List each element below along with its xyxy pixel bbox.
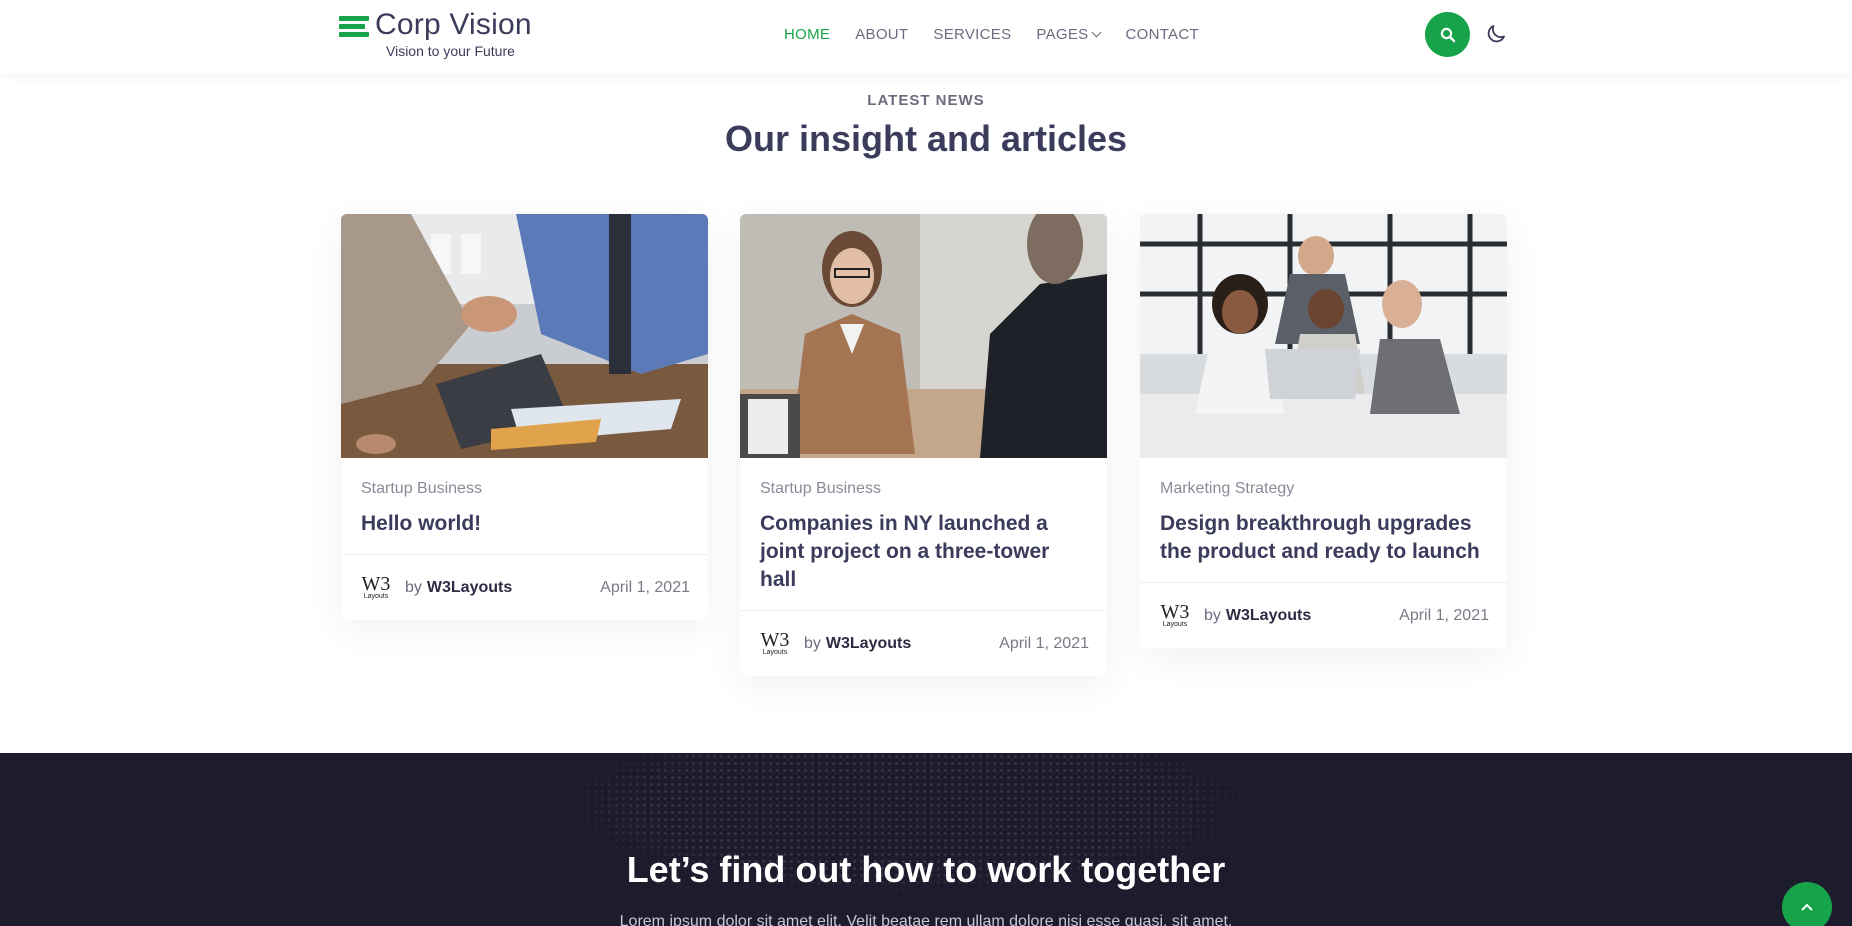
card-category[interactable]: Marketing Strategy bbox=[1160, 480, 1487, 498]
w3layouts-logo: W3 Layouts bbox=[1160, 600, 1190, 628]
card-category[interactable]: Startup Business bbox=[760, 480, 1087, 498]
card-title[interactable]: Design breakthrough upgrades the product… bbox=[1160, 510, 1487, 566]
article-card: Marketing Strategy Design breakthrough u… bbox=[1140, 214, 1507, 648]
main-nav: Home About Services Pages Contact bbox=[784, 26, 1224, 43]
world-map-decoration bbox=[515, 753, 1295, 926]
card-title[interactable]: Hello world! bbox=[361, 510, 688, 538]
nav-pages[interactable]: Pages bbox=[1036, 26, 1102, 43]
card-footer: W3 Layouts by W3Layouts April 1, 2021 bbox=[1140, 582, 1507, 648]
search-button[interactable] bbox=[1425, 12, 1470, 57]
card-date: April 1, 2021 bbox=[1399, 606, 1489, 624]
by-label: by bbox=[405, 578, 422, 596]
article-card: Startup Business Hello world! W3 Layouts … bbox=[341, 214, 708, 620]
card-author[interactable]: W3Layouts bbox=[427, 579, 512, 597]
logo-bars-icon bbox=[339, 15, 369, 37]
back-to-top-button[interactable] bbox=[1782, 882, 1832, 926]
handshake-photo[interactable] bbox=[341, 214, 708, 458]
card-title[interactable]: Companies in NY launched a joint project… bbox=[760, 510, 1087, 594]
nav-contact[interactable]: Contact bbox=[1125, 26, 1198, 43]
w3layouts-logo: W3 Layouts bbox=[361, 572, 391, 600]
interview-photo[interactable] bbox=[740, 214, 1107, 458]
w3layouts-logo: W3 Layouts bbox=[760, 628, 790, 656]
card-date: April 1, 2021 bbox=[999, 634, 1089, 652]
nav-pages-label: Pages bbox=[1036, 26, 1089, 43]
logo-tagline: Vision to your Future bbox=[386, 43, 515, 59]
by-label: by bbox=[804, 634, 821, 652]
logo-title: Corp Vision bbox=[375, 8, 532, 41]
card-date: April 1, 2021 bbox=[600, 578, 690, 596]
cta-text: Lorem ipsum dolor sit amet elit. Velit b… bbox=[619, 913, 1233, 926]
cta-title: Let’s find out how to work together bbox=[626, 849, 1226, 890]
card-author[interactable]: W3Layouts bbox=[826, 635, 911, 653]
section-title: Our insight and articles bbox=[724, 118, 1128, 159]
nav-about[interactable]: About bbox=[855, 26, 908, 43]
card-footer: W3 Layouts by W3Layouts April 1, 2021 bbox=[740, 610, 1107, 676]
moon-icon[interactable] bbox=[1484, 22, 1508, 46]
section-eyebrow: LATEST NEWS bbox=[867, 92, 985, 109]
cta-section: Let’s find out how to work together Lore… bbox=[0, 753, 1852, 926]
site-header: Corp Vision Vision to your Future Home A… bbox=[0, 0, 1852, 74]
chevron-down-icon bbox=[1092, 27, 1102, 38]
chevron-up-icon bbox=[1801, 903, 1813, 911]
by-label: by bbox=[1204, 606, 1221, 624]
logo[interactable]: Corp Vision Vision to your Future bbox=[339, 8, 532, 59]
card-footer: W3 Layouts by W3Layouts April 1, 2021 bbox=[341, 554, 708, 620]
nav-services[interactable]: Services bbox=[933, 26, 1011, 43]
card-category[interactable]: Startup Business bbox=[361, 480, 688, 498]
article-card: Startup Business Companies in NY launche… bbox=[740, 214, 1107, 676]
team-laptop-photo[interactable] bbox=[1140, 214, 1507, 458]
card-author[interactable]: W3Layouts bbox=[1226, 607, 1311, 625]
search-icon bbox=[1440, 27, 1455, 42]
nav-home[interactable]: Home bbox=[784, 26, 830, 43]
